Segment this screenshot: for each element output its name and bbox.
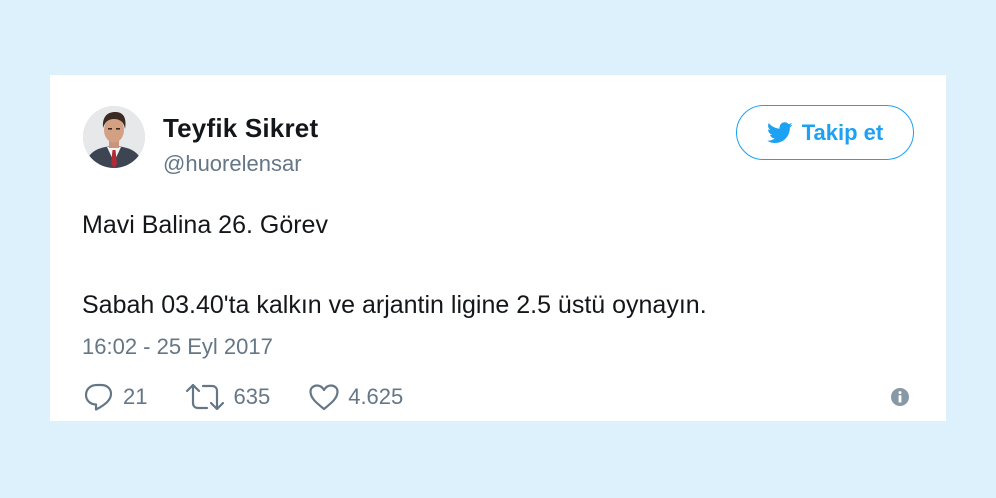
tweet-card: Teyfik Sikret @huorelensar Takip et Mavi…	[50, 75, 946, 421]
reply-count: 21	[123, 384, 148, 409]
retweet-count: 635	[233, 384, 271, 409]
tweet-timestamp[interactable]: 16:02 - 25 Eyl 2017	[82, 334, 273, 360]
follow-button[interactable]: Takip et	[736, 105, 914, 160]
info-icon[interactable]	[890, 387, 910, 407]
tweet-text-line-1: Mavi Balina 26. Görev	[82, 211, 328, 239]
retweet-icon	[186, 383, 225, 411]
like-button[interactable]: 4.625	[308, 383, 403, 411]
follow-button-label: Takip et	[801, 119, 884, 145]
user-handle[interactable]: @huorelensar	[163, 151, 302, 177]
reply-button[interactable]: 21	[83, 382, 147, 412]
retweet-button[interactable]: 635	[185, 383, 270, 411]
like-count: 4.625	[348, 384, 404, 409]
user-name[interactable]: Teyfik Sikret	[163, 113, 318, 144]
tweet-actions: 21 635 4.625	[83, 381, 441, 413]
avatar[interactable]	[83, 106, 145, 168]
tweet-text-line-2: Sabah 03.40'ta kalkın ve arjantin ligine…	[82, 291, 707, 319]
reply-icon	[84, 383, 113, 411]
profile-photo-icon	[83, 106, 145, 168]
heart-icon	[309, 384, 339, 411]
twitter-bird-icon	[766, 121, 793, 143]
